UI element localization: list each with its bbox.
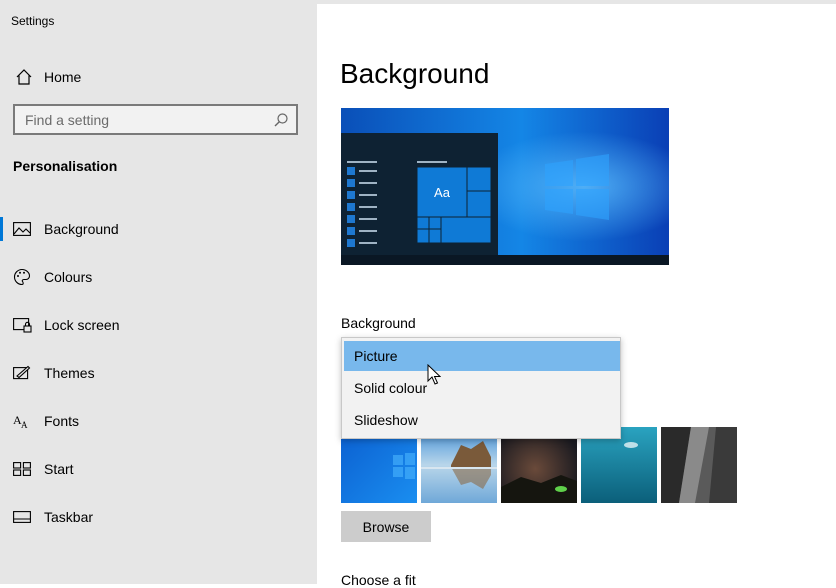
wallpaper-thumbnail-rock[interactable] [661, 427, 737, 503]
background-label: Background [341, 315, 416, 331]
palette-icon [12, 267, 32, 287]
browse-button[interactable]: Browse [341, 511, 431, 542]
sidebar-item-label: Background [44, 221, 119, 237]
sidebar-item-label: Taskbar [44, 509, 94, 525]
picture-icon [12, 219, 32, 239]
sidebar-item-start[interactable]: Start [0, 449, 317, 489]
sidebar-item-background[interactable]: Background [0, 209, 317, 249]
mouse-cursor-icon [427, 364, 441, 385]
sidebar-item-label: Colours [44, 269, 93, 285]
dropdown-option-slideshow[interactable]: Slideshow [344, 405, 620, 435]
desktop-preview: Aa [341, 108, 669, 265]
sidebar-item-label: Lock screen [44, 317, 120, 333]
fonts-icon: AA [12, 411, 32, 431]
lock-screen-icon [12, 315, 32, 335]
sidebar-item-colours[interactable]: Colours [0, 257, 317, 297]
sidebar-item-label: Start [44, 461, 74, 477]
app-title: Settings [11, 14, 55, 28]
search-placeholder: Find a setting [25, 112, 110, 128]
sidebar-item-taskbar[interactable]: Taskbar [0, 497, 317, 537]
sidebar-item-lock-screen[interactable]: Lock screen [0, 305, 317, 345]
svg-text:A: A [21, 420, 28, 429]
dropdown-option-solid-colour[interactable]: Solid colour [344, 373, 620, 403]
sidebar-item-label: Fonts [44, 413, 80, 429]
search-icon[interactable] [273, 112, 289, 128]
search-input[interactable]: Find a setting [13, 104, 298, 135]
background-type-dropdown[interactable]: Picture Solid colour Slideshow [341, 337, 621, 439]
sidebar-item-themes[interactable]: Themes [0, 353, 317, 393]
home-icon [16, 69, 32, 85]
dropdown-option-picture[interactable]: Picture [344, 341, 620, 371]
sidebar-item-fonts[interactable]: AA Fonts [0, 401, 317, 441]
start-icon [12, 459, 32, 479]
page-title: Background [340, 58, 490, 89]
section-title: Personalisation [13, 158, 118, 174]
preview-tile-text: Aa [434, 185, 451, 200]
home-nav-item[interactable]: Home [14, 64, 81, 90]
sidebar-item-label: Themes [44, 365, 95, 381]
themes-icon [12, 363, 32, 383]
taskbar-icon [12, 507, 32, 527]
home-label: Home [44, 69, 82, 85]
choose-fit-label: Choose a fit [341, 572, 416, 588]
